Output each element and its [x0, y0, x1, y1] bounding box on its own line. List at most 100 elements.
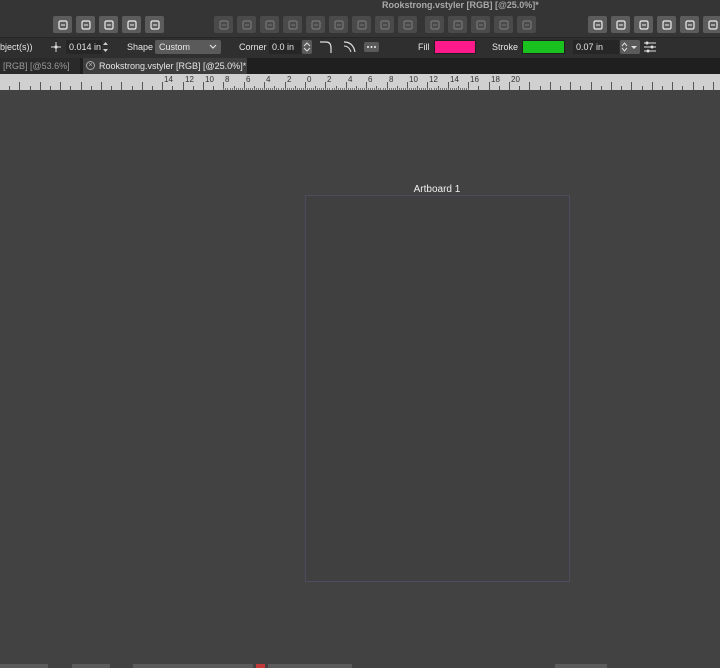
ruler-tick: [81, 82, 82, 90]
ruler-tick: [611, 82, 612, 90]
fill-label: Fill: [418, 42, 430, 52]
ruler-label: 16: [470, 75, 479, 84]
flag-icon[interactable]: [76, 16, 95, 33]
combine-icon[interactable]: [352, 16, 371, 33]
move-icon: [51, 42, 61, 52]
ruler-label: 12: [429, 75, 438, 84]
share-icon[interactable]: [588, 16, 607, 33]
fill-color-swatch[interactable]: [434, 40, 476, 54]
ruler-label: 14: [164, 75, 173, 84]
ruler-tick: [121, 82, 122, 90]
more-options-icon[interactable]: [364, 42, 379, 52]
arrange-back-icon[interactable]: [448, 16, 467, 33]
ungroup-icon[interactable]: [329, 16, 348, 33]
status-bar-item: [555, 664, 607, 668]
preferences-icon[interactable]: [634, 16, 653, 33]
ruler-label: 2: [287, 75, 292, 84]
ruler-tick: [162, 82, 163, 90]
corner-field[interactable]: 0.0 in: [269, 40, 301, 54]
ruler-tick: [142, 82, 143, 90]
shape-label: Shape: [127, 42, 154, 52]
corner-concave-icon[interactable]: [343, 40, 357, 54]
ruler-tick: [60, 82, 61, 90]
stroke-color-swatch[interactable]: [522, 40, 565, 54]
position-stepper[interactable]: [102, 40, 109, 54]
ruler-tick: [19, 82, 20, 90]
status-bar-item: [72, 664, 110, 668]
status-bar-item: [0, 664, 48, 668]
corner-rounded-icon[interactable]: [319, 40, 333, 54]
ruler-tick: [183, 82, 184, 90]
ruler-label: 6: [246, 75, 251, 84]
separate-icon[interactable]: [375, 16, 394, 33]
ruler-label: 14: [450, 75, 459, 84]
ruler-label: 8: [389, 75, 394, 84]
ruler-tick: [672, 82, 673, 90]
ruler-tick: [570, 82, 571, 90]
boolean-subtract-icon[interactable]: [237, 16, 256, 33]
status-bar-item: [268, 664, 352, 668]
copy-icon[interactable]: [145, 16, 164, 33]
boolean-divide-icon[interactable]: [283, 16, 302, 33]
artboard[interactable]: [305, 195, 570, 582]
ruler-tick: [203, 82, 204, 90]
shape-dropdown-value: Custom: [159, 42, 191, 52]
tab-document-2[interactable]: × Rookstrong.vstyler [RGB] [@25.0%]*: [83, 58, 247, 74]
selection-count-label: bject(s)): [0, 42, 33, 52]
ruler-tick: [631, 82, 632, 90]
shape-icon[interactable]: [398, 16, 417, 33]
link-icon[interactable]: [122, 16, 141, 33]
stroke-width-stepper[interactable]: [620, 40, 640, 54]
ruler-tick: [693, 82, 694, 90]
ruler-label: 6: [368, 75, 373, 84]
ruler-label: 12: [185, 75, 194, 84]
export-icon[interactable]: [611, 16, 630, 33]
tab-label: Rookstrong.vstyler [RGB] [@25.0%]*: [99, 61, 247, 71]
ruler-tick: [529, 82, 530, 90]
ruler-label: 20: [511, 75, 520, 84]
window-title: Rookstrong.vstyler [RGB] [@25.0%]*: [382, 0, 539, 10]
arrange-forward-icon[interactable]: [425, 16, 444, 33]
ruler-tick: [101, 82, 102, 90]
ruler-label: 2: [327, 75, 332, 84]
ruler-label: 8: [225, 75, 230, 84]
stroke-width-field[interactable]: 0.07 in: [573, 40, 619, 54]
boolean-intersect-icon[interactable]: [260, 16, 279, 33]
snapping-icon[interactable]: [517, 16, 536, 33]
ruler-tick: [591, 82, 592, 90]
ruler-tick: [550, 82, 551, 90]
align-left-icon[interactable]: [53, 16, 72, 33]
boolean-add-icon[interactable]: [214, 16, 233, 33]
ruler-tick: [40, 82, 41, 90]
ruler-tick: [713, 82, 714, 90]
status-indicator: [256, 664, 265, 668]
upload-icon[interactable]: [703, 16, 720, 33]
close-icon[interactable]: ×: [86, 61, 95, 70]
ruler-label: 0: [307, 75, 312, 84]
status-bar-item: [133, 664, 253, 668]
tab-label: [RGB] [@53.6%]: [3, 61, 70, 71]
ruler-label: 18: [491, 75, 500, 84]
stroke-label: Stroke: [492, 42, 519, 52]
horizontal-ruler[interactable]: 14 12 10 8 6 4 2 0 2 4 6 8 10 12 14 16 18 20: [0, 74, 720, 90]
shape-dropdown[interactable]: Custom: [155, 40, 221, 54]
ruler-tick: [489, 82, 490, 90]
arrange-behind-icon[interactable]: [494, 16, 513, 33]
ruler-label: 4: [266, 75, 271, 84]
stroke-settings-icon[interactable]: [643, 40, 657, 54]
ruler-label: 10: [409, 75, 418, 84]
ruler-label: 4: [348, 75, 353, 84]
corner-label: Corner: [239, 42, 267, 52]
tab-document-1[interactable]: [RGB] [@53.6%]: [0, 58, 80, 74]
front-icon[interactable]: [657, 16, 676, 33]
back-icon[interactable]: [680, 16, 699, 33]
chevron-down-icon: [209, 40, 217, 58]
group-icon[interactable]: [306, 16, 325, 33]
ruler-label: 10: [205, 75, 214, 84]
arrange-front-icon[interactable]: [471, 16, 490, 33]
position-field[interactable]: 0.014 in: [66, 40, 102, 54]
corner-stepper[interactable]: [302, 40, 312, 54]
ruler-tick: [652, 82, 653, 90]
transform-icon[interactable]: [99, 16, 118, 33]
ruler-tick: [509, 82, 510, 90]
